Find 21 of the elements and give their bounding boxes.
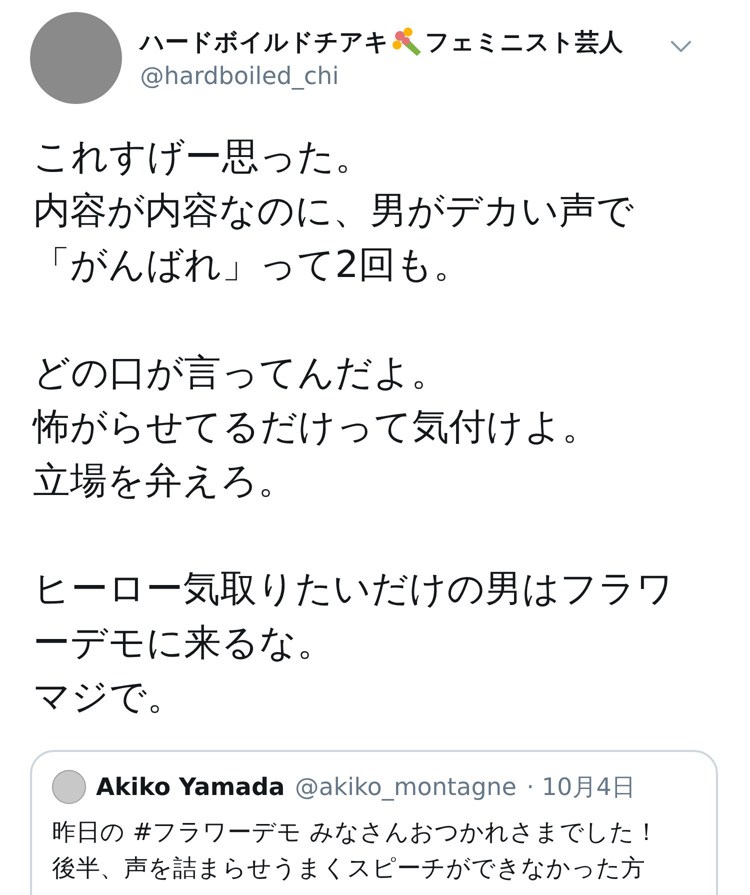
chevron-down-icon[interactable] [670,40,692,54]
quoted-author-name: Akiko Yamada [96,773,285,801]
tweet-text-line: どの口が言ってんだよ。 [33,350,449,396]
tweet-text-line: 内容が内容なのに、男がデカい声で [33,188,635,234]
tweet-text-line: ーデモに来るな。 [33,620,335,666]
quoted-tweet-text-line: 後半、声を詰まらせうまくスピーチができなかった方 [52,853,646,884]
quoted-tweet-text-line: 昨日の #フラワーデモ みなさんおつかれさまでした！ [52,817,660,848]
author-handle[interactable]: @hardboiled_chi [140,62,660,90]
tweet-text-line: 立場を弁えろ。 [33,458,296,504]
tweet-text-line: ヒーロー気取りたいだけの男はフラワ [33,566,675,612]
author-name[interactable]: ハードボイルドチアキ [140,26,389,58]
flower-bouquet-icon [391,26,423,58]
tweet-text-line: 「がんばれ」って2回も。 [33,242,472,288]
tweet-text-line: 怖がらせてるだけって気付けよ。 [33,404,600,450]
tweet-text-line: マジで。 [33,674,185,720]
tweet-text-line: これすげー思った。 [33,134,373,180]
quoted-author-handle: @akiko_montagne [294,773,516,801]
quoted-avatar-drawing [52,770,86,804]
quoted-tweet-date: · 10月4日 [526,772,636,803]
quoted-tweet-card[interactable]: Akiko Yamada @akiko_montagne · 10月4日 昨日の #フラワーデモ みなさんおつかれさまでした！ 後半、声を詰まらせうまくスピーチができなかった方 [30,750,718,895]
author-name[interactable]: フェミニスト芸人 [425,26,623,58]
